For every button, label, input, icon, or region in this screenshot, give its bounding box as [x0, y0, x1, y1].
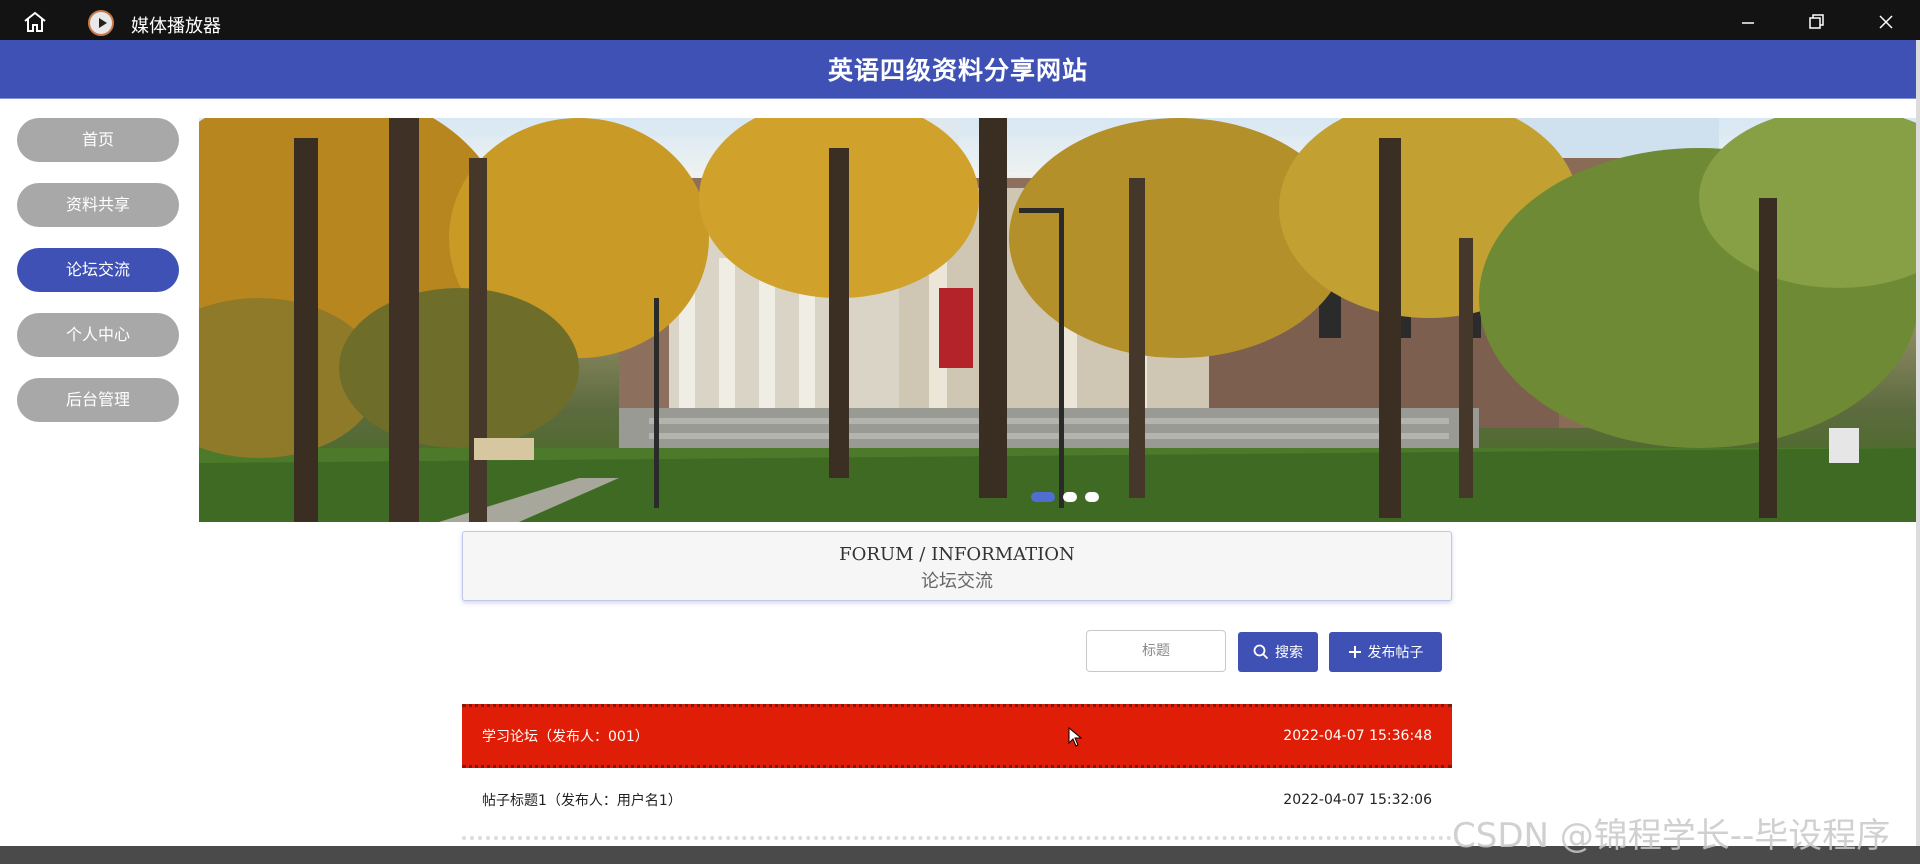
site-header: 英语四级资料分享网站	[0, 40, 1916, 99]
sidebar-item-admin[interactable]: 后台管理	[17, 378, 179, 422]
restore-icon[interactable]	[1802, 8, 1830, 36]
close-icon[interactable]	[1872, 8, 1900, 36]
carousel-indicators	[1031, 492, 1099, 502]
search-button[interactable]: 搜索	[1238, 632, 1318, 672]
carousel-dot[interactable]	[1085, 492, 1099, 502]
minimize-icon[interactable]	[1734, 8, 1762, 36]
banner-image	[199, 118, 1916, 522]
csdn-watermark: CSDN @锦程学长--毕设程序	[1452, 816, 1891, 856]
post-time: 2022-04-07 15:32:06	[1283, 792, 1432, 808]
media-player-icon	[88, 10, 114, 36]
home-icon[interactable]	[22, 10, 48, 34]
sidebar-item-home[interactable]: 首页	[17, 118, 179, 162]
site-title: 英语四级资料分享网站	[827, 56, 1088, 85]
search-icon	[1253, 644, 1269, 660]
carousel-dot[interactable]	[1063, 492, 1077, 502]
post-title: 学习论坛（发布人：001）	[482, 729, 649, 745]
post-row[interactable]: 学习论坛（发布人：001） 2022-04-07 15:36:48	[462, 704, 1452, 768]
plus-icon	[1348, 646, 1361, 658]
section-title-en: FORUM / INFORMATION	[839, 544, 1075, 565]
post-time: 2022-04-07 15:36:48	[1283, 728, 1432, 744]
sidebar-item-resources[interactable]: 资料共享	[17, 183, 179, 227]
section-title-cn: 论坛交流	[921, 571, 993, 592]
sidebar-nav: 首页 资料共享 论坛交流 个人中心 后台管理	[17, 118, 179, 443]
add-post-button[interactable]: 发布帖子	[1329, 632, 1442, 672]
window-title: 媒体播放器	[131, 16, 221, 37]
banner-carousel[interactable]	[199, 118, 1916, 522]
post-row[interactable]: 帖子标题1（发布人：用户名1） 2022-04-07 15:32:06	[462, 768, 1452, 832]
mouse-cursor-icon	[1068, 727, 1082, 747]
section-title-card: FORUM / INFORMATION 论坛交流	[462, 531, 1452, 601]
add-post-label: 发布帖子	[1367, 645, 1424, 661]
search-button-label: 搜索	[1275, 645, 1303, 661]
post-list: 学习论坛（发布人：001） 2022-04-07 15:36:48 帖子标题1（…	[462, 704, 1452, 840]
row-divider	[462, 836, 1452, 840]
sidebar-item-forum[interactable]: 论坛交流	[17, 248, 179, 292]
window-titlebar: 媒体播放器	[0, 0, 1920, 40]
scrollbar[interactable]	[1916, 40, 1920, 846]
carousel-dot[interactable]	[1031, 492, 1055, 502]
sidebar-item-profile[interactable]: 个人中心	[17, 313, 179, 357]
title-search-input[interactable]	[1086, 630, 1226, 672]
post-title: 帖子标题1（发布人：用户名1）	[482, 793, 682, 809]
